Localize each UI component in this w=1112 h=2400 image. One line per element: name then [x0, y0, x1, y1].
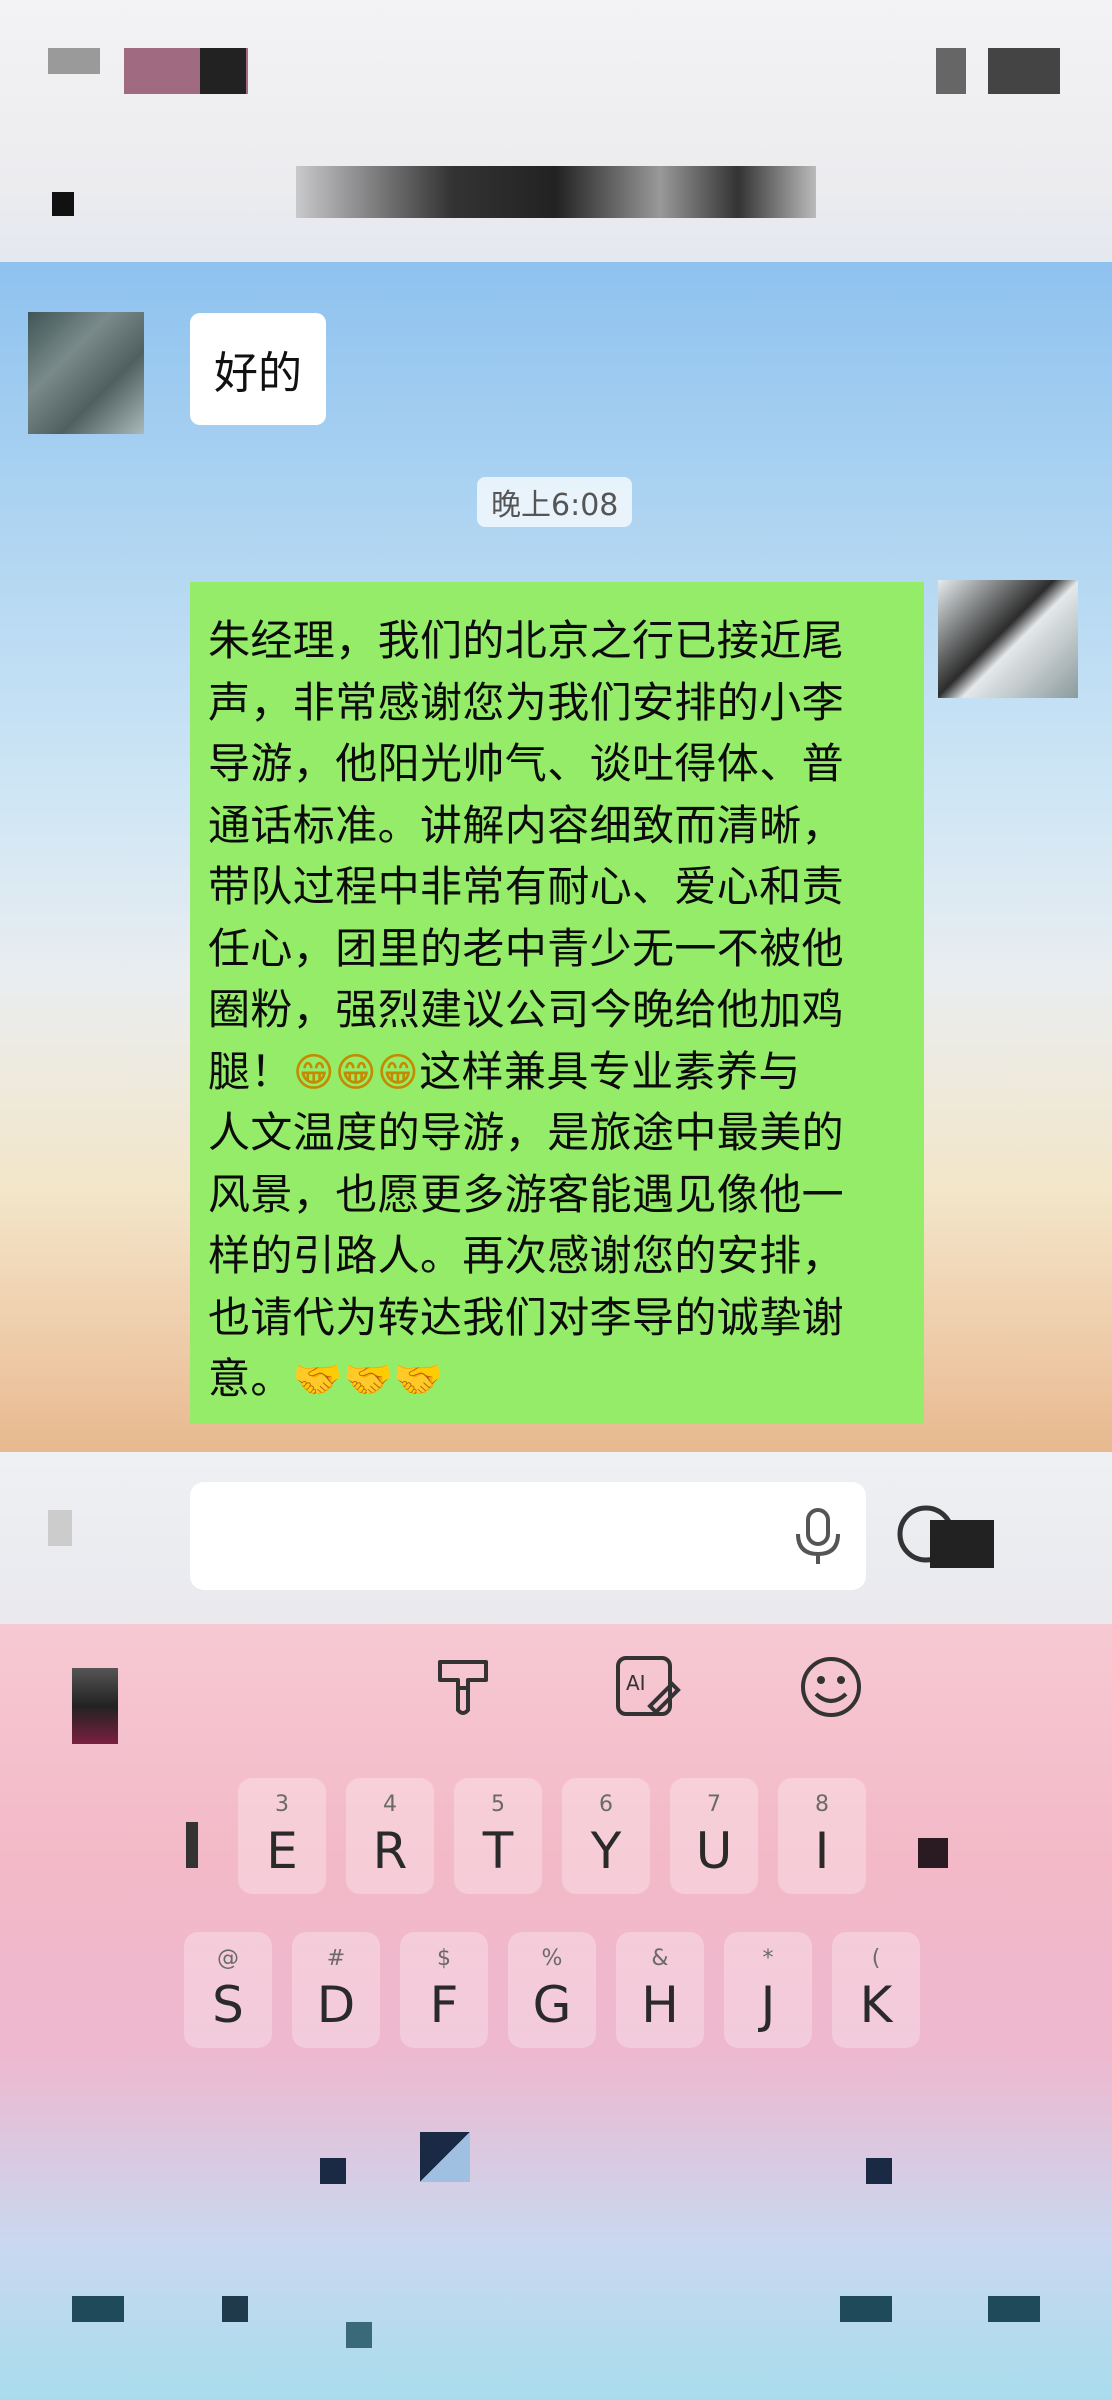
svg-text:AI: AI [626, 1671, 646, 1695]
handshake-emoji-icon: 🤝 [343, 1357, 394, 1403]
key-label: S [212, 1976, 244, 2034]
outgoing-message-bubble[interactable]: 朱经理，我们的北京之行已接近尾 声，非常感谢您为我们安排的小李 导游，他阳光帅气… [190, 582, 924, 1424]
key-sub-label: ( [871, 1946, 881, 1971]
message-text: 好的 [214, 348, 302, 399]
top-bar [0, 0, 1112, 262]
key-o-partial[interactable] [918, 1838, 948, 1868]
key-h[interactable]: & H [616, 1932, 704, 2048]
handshake-emoji-icon: 🤝 [292, 1357, 344, 1403]
message-line: 带队过程中非常有耐心、爱心和责 [208, 862, 845, 911]
key-r[interactable]: 4R [346, 1778, 434, 1894]
timestamp-text: 晚上6:08 [491, 488, 619, 523]
key-y[interactable]: 6Y [562, 1778, 650, 1894]
grin-emoji-icon: 😁 [292, 1049, 335, 1096]
smile-icon[interactable] [796, 1652, 866, 1722]
keyboard-redaction [988, 2296, 1040, 2322]
message-timestamp: 晚上6:08 [477, 477, 633, 527]
status-redaction [988, 48, 1060, 94]
my-avatar[interactable] [938, 580, 1078, 698]
message-text: 腿！ [208, 1046, 293, 1096]
key-d[interactable]: # D [292, 1932, 380, 2048]
key-sub-label: % [541, 1946, 563, 1971]
key-label: D [316, 1976, 356, 2034]
message-line-with-emoji: 腿！😁😁😁这样兼具专业素养与 [208, 1041, 908, 1103]
chat-title-redacted [296, 166, 816, 218]
key-sub-label: 3 [275, 1792, 289, 1817]
keyboard-redaction [72, 2296, 124, 2322]
message-input[interactable] [190, 1482, 866, 1590]
keyboard-redaction [222, 2296, 248, 2322]
message-text: 意。 [208, 1354, 293, 1403]
key-sub-label: @ [217, 1946, 239, 1971]
key-label: I [814, 1822, 830, 1880]
keyboard-redaction [320, 2158, 346, 2184]
status-redaction [936, 48, 966, 94]
message-line: 圈粉，强烈建议公司今晚给他加鸡 [208, 985, 845, 1034]
keyboard-redaction [840, 2296, 892, 2322]
key-e[interactable]: 3E [238, 1778, 326, 1894]
status-redaction [48, 48, 100, 74]
key-g[interactable]: % G [508, 1932, 596, 2048]
key-label: G [532, 1976, 572, 2034]
message-line: 人文温度的导游，是旅途中最美的 [208, 1108, 845, 1157]
message-text: 这样兼具专业素养与 [419, 1046, 801, 1096]
keyboard-redaction [346, 2322, 372, 2348]
key-label: U [695, 1822, 733, 1880]
ai-write-icon[interactable]: AI [612, 1652, 682, 1722]
key-label: E [266, 1822, 298, 1880]
keyboard-redaction [72, 1668, 118, 1744]
handshake-emoji-icon: 🤝 [393, 1357, 444, 1403]
voice-toggle-redacted[interactable] [48, 1510, 72, 1546]
back-icon[interactable] [52, 192, 74, 216]
key-sub-label: 6 [599, 1792, 613, 1817]
incoming-message-bubble[interactable]: 好的 [190, 313, 326, 425]
status-redaction [200, 48, 246, 94]
microphone-icon[interactable] [790, 1506, 846, 1566]
key-i[interactable]: 8I [778, 1778, 866, 1894]
key-label: F [429, 1976, 459, 2034]
grin-emoji-icon: 😁 [334, 1049, 378, 1096]
message-line: 导游，他阳光帅气、谈吐得体、普 [208, 739, 845, 788]
key-sub-label: 4 [383, 1792, 397, 1817]
keyboard-redaction [866, 2158, 892, 2184]
message-line: 也请代为转达我们对李导的诚挚谢 [208, 1292, 845, 1342]
key-s[interactable]: @ S [184, 1932, 272, 2048]
message-line: 朱经理，我们的北京之行已接近尾 [208, 616, 845, 665]
key-label: T [482, 1822, 514, 1880]
key-u[interactable]: 7U [670, 1778, 758, 1894]
grin-emoji-icon: 😁 [377, 1049, 420, 1096]
brush-icon[interactable] [428, 1652, 498, 1722]
key-label: H [641, 1976, 679, 2034]
key-label: Y [590, 1822, 622, 1880]
key-sub-label: 5 [491, 1792, 505, 1817]
keyboard-redaction [420, 2132, 470, 2182]
key-sub-label: 7 [707, 1792, 721, 1817]
key-t[interactable]: 5T [454, 1778, 542, 1894]
message-line: 声，非常感谢您为我们安排的小李 [208, 677, 845, 727]
key-f[interactable]: $ F [400, 1932, 488, 2048]
message-line-with-emoji: 意。🤝🤝🤝 [208, 1348, 908, 1410]
message-line: 样的引路人。再次感谢您的安排， [208, 1231, 845, 1280]
key-sub-label: # [326, 1946, 346, 1971]
message-line: 通话标准。讲解内容细致而清晰， [208, 800, 845, 850]
message-line: 任心，团里的老中青少无一不被他 [208, 923, 845, 973]
contact-avatar[interactable] [28, 312, 144, 434]
key-j[interactable]: * J [724, 1932, 812, 2048]
key-sub-label: $ [437, 1946, 451, 1971]
key-w-partial[interactable] [186, 1822, 198, 1868]
key-sub-label: * [762, 1946, 774, 1971]
key-k[interactable]: (K [832, 1932, 920, 2048]
key-label: R [372, 1822, 408, 1880]
key-label: K [859, 1976, 893, 2034]
key-sub-label: 8 [815, 1792, 829, 1817]
key-label: J [760, 1976, 776, 2034]
key-sub-label: & [651, 1946, 669, 1971]
message-line: 风景，也愿更多游客能遇见像他一 [208, 1169, 845, 1219]
plus-button-redacted[interactable] [930, 1520, 994, 1568]
